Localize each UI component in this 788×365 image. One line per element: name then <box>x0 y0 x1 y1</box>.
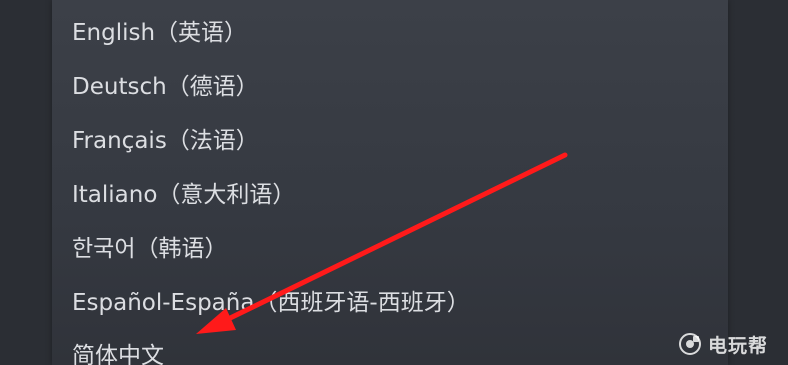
watermark: 电玩帮 <box>678 331 768 357</box>
language-option-italian[interactable]: Italiano（意大利语） <box>72 175 295 215</box>
watermark-text: 电玩帮 <box>707 334 768 357</box>
language-option-french[interactable]: Français（法语） <box>72 121 259 161</box>
language-option-korean[interactable]: 한국어（韩语） <box>72 229 227 269</box>
language-option-simplified-chinese[interactable]: 简体中文 <box>72 336 164 365</box>
language-option-spanish-spain[interactable]: Español-España（西班牙语-西班牙） <box>72 283 470 323</box>
language-dropdown-menu: English（英语） Deutsch（德语） Français（法语） Ita… <box>52 0 728 365</box>
screenshot-stage: English（英语） Deutsch（德语） Français（法语） Ita… <box>0 0 788 365</box>
language-option-english[interactable]: English（英语） <box>72 13 247 53</box>
game-controller-logo-icon <box>678 333 701 355</box>
language-option-german[interactable]: Deutsch（德语） <box>72 67 259 107</box>
